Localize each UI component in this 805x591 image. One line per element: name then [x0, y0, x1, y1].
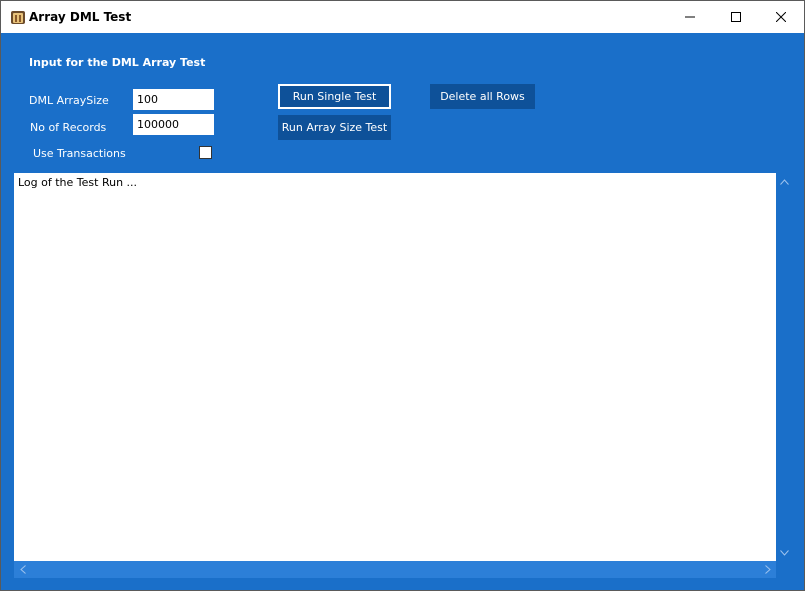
scroll-down-icon[interactable]: [776, 544, 793, 561]
records-input[interactable]: 100000: [133, 114, 214, 135]
scroll-left-icon[interactable]: [14, 561, 31, 578]
client-area: Input for the DML Array Test DML ArraySi…: [1, 33, 804, 590]
run-single-test-button[interactable]: Run Single Test: [278, 84, 391, 109]
minimize-icon: [685, 16, 695, 18]
maximize-icon: [731, 12, 741, 22]
log-textarea[interactable]: Log of the Test Run ...: [14, 173, 776, 561]
scroll-right-icon[interactable]: [759, 561, 776, 578]
horizontal-scrollbar[interactable]: [14, 561, 776, 578]
folder-app-icon: [10, 9, 26, 25]
run-array-size-test-button[interactable]: Run Array Size Test: [278, 115, 391, 140]
window-title: Array DML Test: [29, 10, 132, 24]
close-button[interactable]: [758, 1, 804, 33]
title-bar[interactable]: Array DML Test: [1, 1, 804, 33]
section-title: Input for the DML Array Test: [29, 56, 206, 69]
maximize-button[interactable]: [713, 1, 759, 33]
transactions-checkbox[interactable]: [199, 146, 212, 159]
array-size-label: DML ArraySize: [29, 94, 109, 107]
array-size-input[interactable]: 100: [133, 89, 214, 110]
delete-all-rows-button[interactable]: Delete all Rows: [430, 84, 535, 109]
transactions-label: Use Transactions: [33, 147, 126, 160]
scroll-up-icon[interactable]: [776, 173, 793, 190]
minimize-button[interactable]: [667, 1, 713, 33]
app-window: Array DML Test Input for the DML Array T…: [0, 0, 805, 591]
close-icon: [776, 12, 786, 22]
scrollbar-corner: [776, 561, 793, 578]
vertical-scrollbar[interactable]: [776, 173, 793, 561]
records-label: No of Records: [30, 121, 107, 134]
log-text: Log of the Test Run ...: [18, 176, 138, 189]
